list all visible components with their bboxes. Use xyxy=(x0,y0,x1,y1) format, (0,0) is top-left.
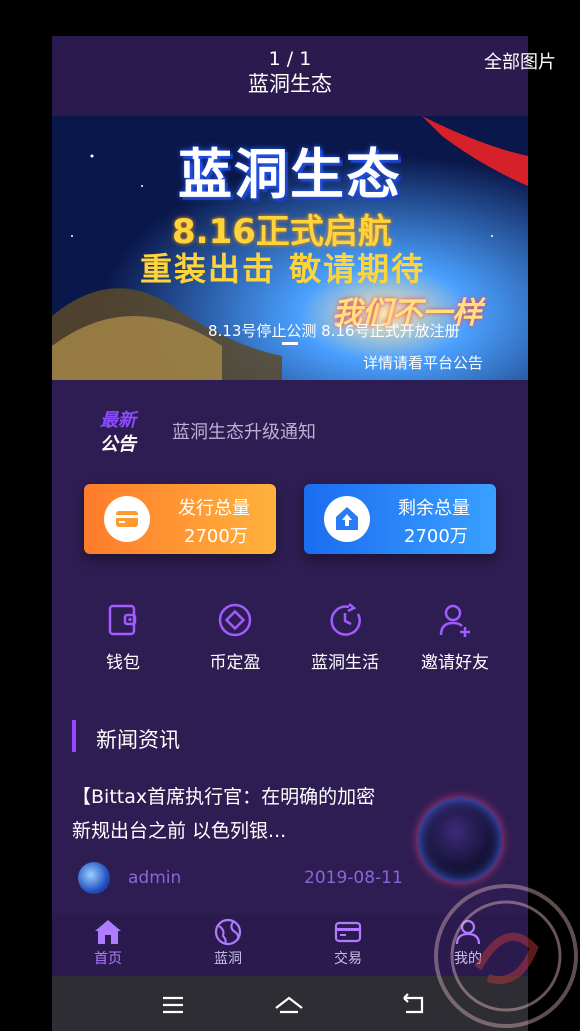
floating-globe-button[interactable] xyxy=(418,798,502,882)
banner-details: 详情请看平台公告 xyxy=(363,354,484,372)
home-upload-icon xyxy=(324,496,370,542)
quick-coin-profit-label: 币定盈 xyxy=(209,653,261,673)
promo-banner[interactable]: 蓝洞生态 8.16正式启航 重装出击 敬请期待 我们不一样 8.13号停止公测 … xyxy=(52,116,528,380)
quick-bluehole-life[interactable]: 蓝洞生活 xyxy=(290,602,400,682)
wallet-icon xyxy=(108,604,137,636)
quick-bluehole-life-label: 蓝洞生活 xyxy=(311,653,379,673)
issued-total-label: 发行总量 xyxy=(178,498,250,519)
notice-badge-icon: 最新 公告 xyxy=(100,410,139,455)
news-author: admin xyxy=(128,868,182,888)
notice-text[interactable]: 蓝洞生态升级通知 xyxy=(172,418,316,444)
banner-dates: 8.13号停止公测 8.16号正式开放注册 xyxy=(208,322,460,340)
section-accent-bar xyxy=(72,720,76,752)
quick-invite-friends[interactable]: 邀请好友 xyxy=(400,602,510,682)
news-section-title: 新闻资讯 xyxy=(96,728,180,752)
tab-home-label: 首页 xyxy=(94,951,122,967)
card-icon xyxy=(334,921,362,943)
quick-coin-profit[interactable]: 币定盈 xyxy=(180,602,290,682)
app-screen: 1 / 1 蓝洞生态 蓝洞生态 8.16正式启航 重装出击 敬请期待 我们不一样… xyxy=(52,36,528,1031)
quick-wallet[interactable]: 钱包 xyxy=(68,602,178,682)
tab-bluehole-label: 蓝洞 xyxy=(214,951,242,967)
news-article-title[interactable]: 【Bittax首席执行官：在明确的加密新规出台之前 以色列银... xyxy=(72,780,392,848)
tab-bluehole[interactable]: 蓝洞 xyxy=(188,918,268,968)
globe-icon xyxy=(214,918,242,946)
all-photos-button[interactable]: 全部图片 xyxy=(484,48,556,74)
page-title: 蓝洞生态 xyxy=(248,72,332,96)
tab-home[interactable]: 首页 xyxy=(68,918,148,968)
tab-trade-label: 交易 xyxy=(334,951,362,967)
issued-total-card[interactable]: 发行总量 2700万 xyxy=(84,484,276,554)
viewer-topbar xyxy=(0,0,580,38)
home-icon xyxy=(95,920,121,944)
author-avatar xyxy=(78,862,110,894)
notice-bar[interactable]: 最新 公告 蓝洞生态升级通知 xyxy=(52,380,528,480)
diamond-icon xyxy=(218,603,252,637)
image-counter: 1 / 1 xyxy=(268,48,312,70)
home-nav-icon[interactable] xyxy=(274,990,304,1020)
banner-slogan: 重装出击 敬请期待 xyxy=(140,250,426,288)
remaining-total-label: 剩余总量 xyxy=(398,498,470,519)
quick-wallet-label: 钱包 xyxy=(106,653,140,673)
carousel-indicator[interactable] xyxy=(282,342,298,345)
notice-badge-bottom: 公告 xyxy=(100,434,138,455)
remaining-total-value: 2700万 xyxy=(404,526,468,547)
news-date: 2019-08-11 xyxy=(304,868,403,888)
header: 1 / 1 蓝洞生态 xyxy=(52,36,528,116)
watermark-seal xyxy=(434,884,578,1028)
back-icon[interactable] xyxy=(398,990,428,1020)
banner-title: 蓝洞生态 xyxy=(178,143,402,206)
clock-icon xyxy=(330,603,361,636)
notice-badge-top: 最新 xyxy=(100,410,139,431)
menu-icon[interactable] xyxy=(158,990,188,1020)
quick-invite-friends-label: 邀请好友 xyxy=(421,653,489,673)
wallet-card-icon xyxy=(104,496,150,542)
issued-total-value: 2700万 xyxy=(184,526,248,547)
tab-trade[interactable]: 交易 xyxy=(308,918,388,968)
invite-user-icon xyxy=(439,604,470,637)
remaining-total-card[interactable]: 剩余总量 2700万 xyxy=(304,484,496,554)
